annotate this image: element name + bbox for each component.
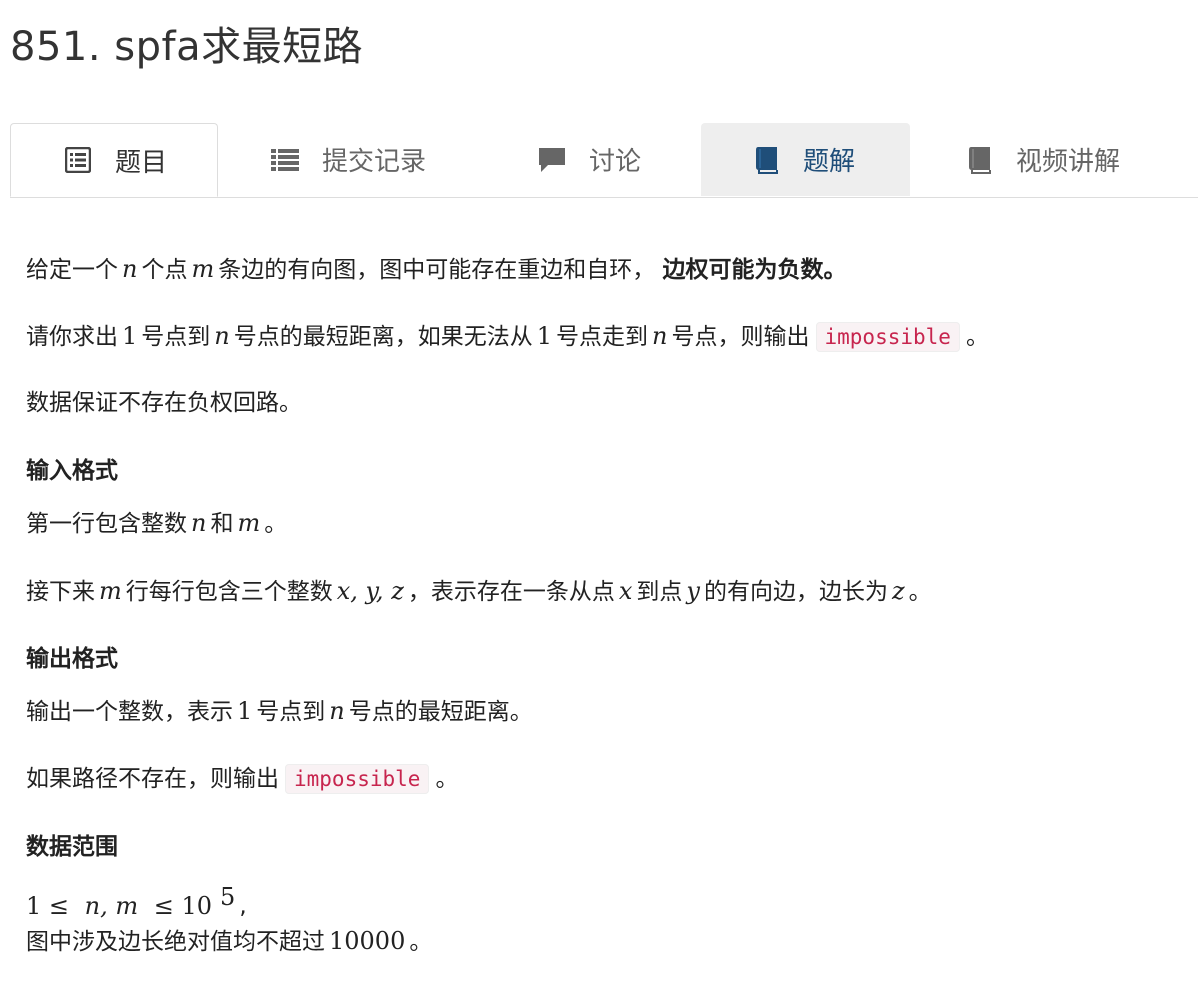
paragraph: 数据保证不存在负权回路。 [26,390,302,416]
paragraph: 1 ≤ n, m ≤ 10 5, [26,883,247,920]
paragraph: 如果路径不存在，则输出 impossible。 [26,764,459,794]
paragraph: 接下来 m 行每行包含三个整数 x, y, z ，表示存在一条从点 x 到点 y 的有向边，边长… [26,577,932,605]
tab-label: 讨论 [589,147,642,177]
book-icon [964,145,994,175]
paragraph: 第一行包含整数 n 和 m。 [26,509,288,537]
tab-submissions[interactable]: 提交记录 [270,123,490,196]
list-icon [270,145,300,175]
inline-code: impossible [285,764,430,794]
tab-label: 提交记录 [322,147,427,177]
problem-tabs: 题目 提交记录 讨论 题解 视频讲解 [10,123,1198,198]
list-alt-icon [63,145,93,175]
section-heading: 数据范围 [26,834,118,860]
tab-label: 题解 [803,147,856,177]
paragraph: 请你求出 1 号点到 n 号点的最短距离，如果无法从 1 号点走到 n 号点，则输出 imposs… [26,322,989,352]
comment-icon [537,145,567,175]
tab-solutions[interactable]: 题解 [701,123,910,196]
tab-video-explanation[interactable]: 视频讲解 [964,123,1164,196]
inline-code: impossible [815,322,960,352]
paragraph: 输出一个整数，表示 1 号点到 n 号点的最短距离。 [26,697,533,725]
tab-discussion[interactable]: 讨论 [537,123,697,196]
page-title: 851. spfa求最短路 [10,24,364,70]
book-icon [751,145,781,175]
tab-label: 题目 [115,147,168,178]
tab-problem[interactable]: 题目 [10,123,218,197]
paragraph: 图中涉及边长绝对值均不超过 10000。 [26,927,433,955]
paragraph: 给定一个 n 个点 m 条边的有向图，图中可能存在重边和自环， 边权可能为负数。 [26,255,847,283]
section-heading: 输出格式 [26,646,118,672]
section-heading: 输入格式 [26,458,118,484]
tab-label: 视频讲解 [1016,147,1121,177]
